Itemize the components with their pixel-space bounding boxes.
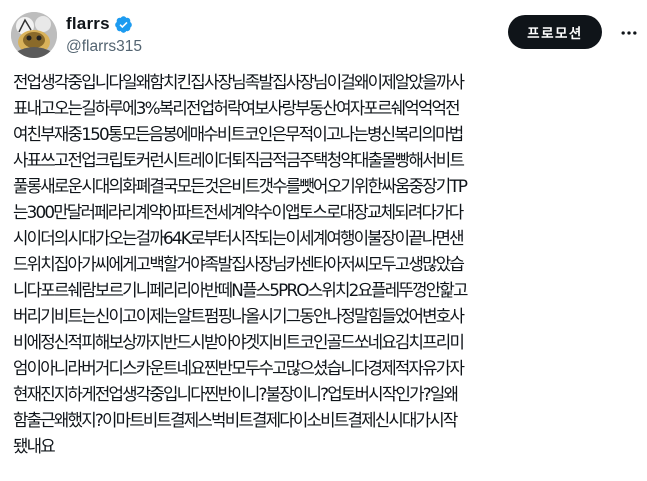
tweet-header: flarrs @flarrs315 프로모션 — [0, 0, 647, 70]
more-options-button[interactable] — [616, 20, 642, 46]
verified-badge-icon — [114, 15, 133, 34]
author-name-row: flarrs — [66, 14, 133, 34]
avatar[interactable] — [11, 12, 57, 58]
promote-button[interactable]: 프로모션 — [508, 15, 602, 49]
more-horizontal-icon — [621, 31, 637, 35]
author-handle[interactable]: @flarrs315 — [66, 38, 142, 56]
avatar-image — [11, 12, 57, 58]
author-display-name[interactable]: flarrs — [66, 14, 110, 34]
tweet-text: 전업생각중입니다일왜함치킨집사장님족발집사장님이걸왜이제알았을까사 표내고오는길… — [13, 72, 468, 456]
